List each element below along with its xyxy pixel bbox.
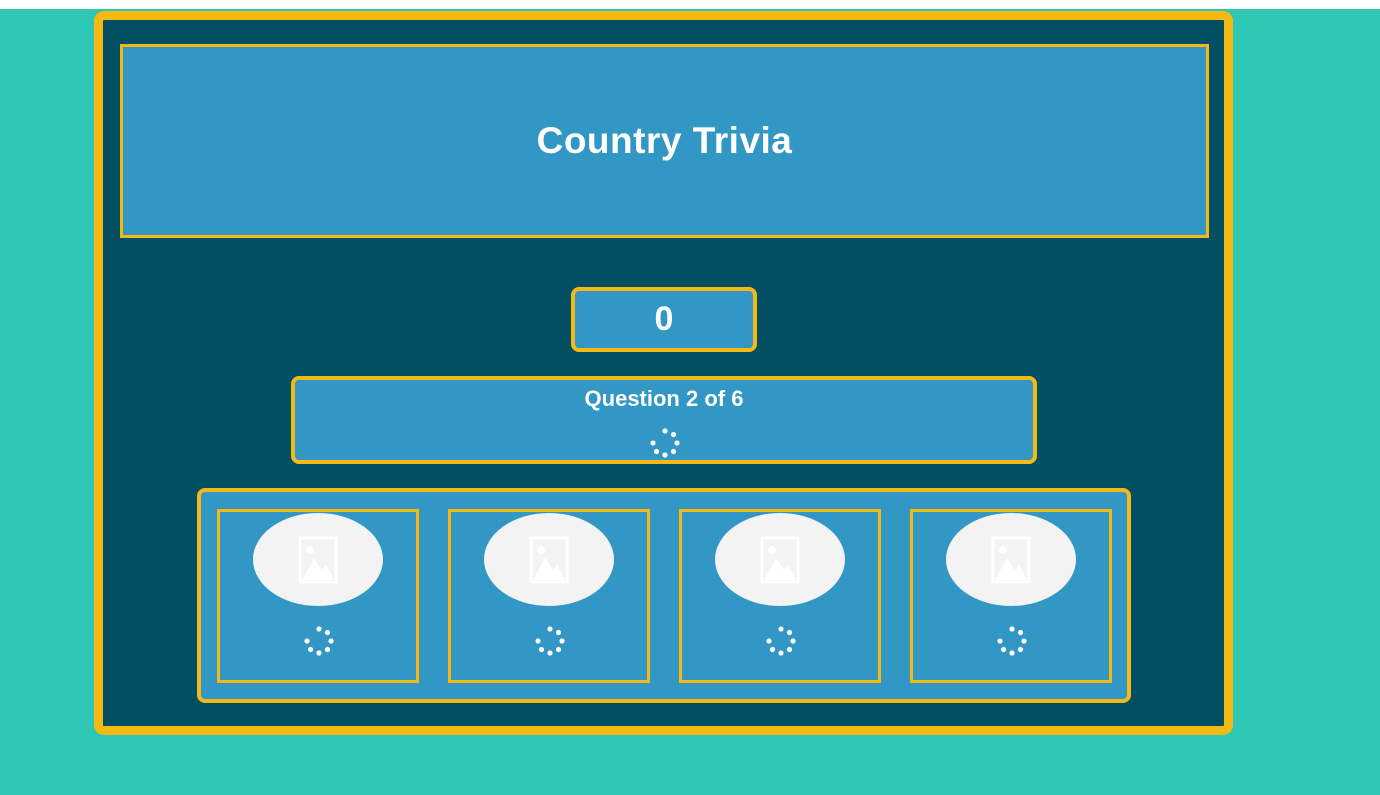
question-counter: Question 2 of 6 <box>584 386 744 411</box>
answer-option-2[interactable] <box>448 509 650 683</box>
answer-option-3[interactable] <box>679 509 881 683</box>
loading-spinner-icon <box>535 626 565 656</box>
answer-image <box>484 513 614 606</box>
question-box: Question 2 of 6 <box>291 376 1037 464</box>
score-box: 0 <box>571 287 757 352</box>
loading-spinner-icon <box>997 626 1027 656</box>
answer-option-4[interactable] <box>910 509 1112 683</box>
answer-image <box>946 513 1076 606</box>
answer-image <box>715 513 845 606</box>
score-value: 0 <box>654 300 674 338</box>
image-placeholder-icon <box>529 536 569 583</box>
answer-option-1[interactable] <box>217 509 419 683</box>
image-placeholder-icon <box>991 536 1031 583</box>
loading-spinner-icon <box>766 626 796 656</box>
page-title: Country Trivia <box>536 120 793 161</box>
image-placeholder-icon <box>760 536 800 583</box>
image-placeholder-icon <box>298 536 338 583</box>
answer-image <box>253 513 383 606</box>
loading-spinner-icon <box>304 626 334 656</box>
title-banner: Country Trivia <box>120 44 1209 238</box>
loading-spinner-icon <box>650 428 680 458</box>
